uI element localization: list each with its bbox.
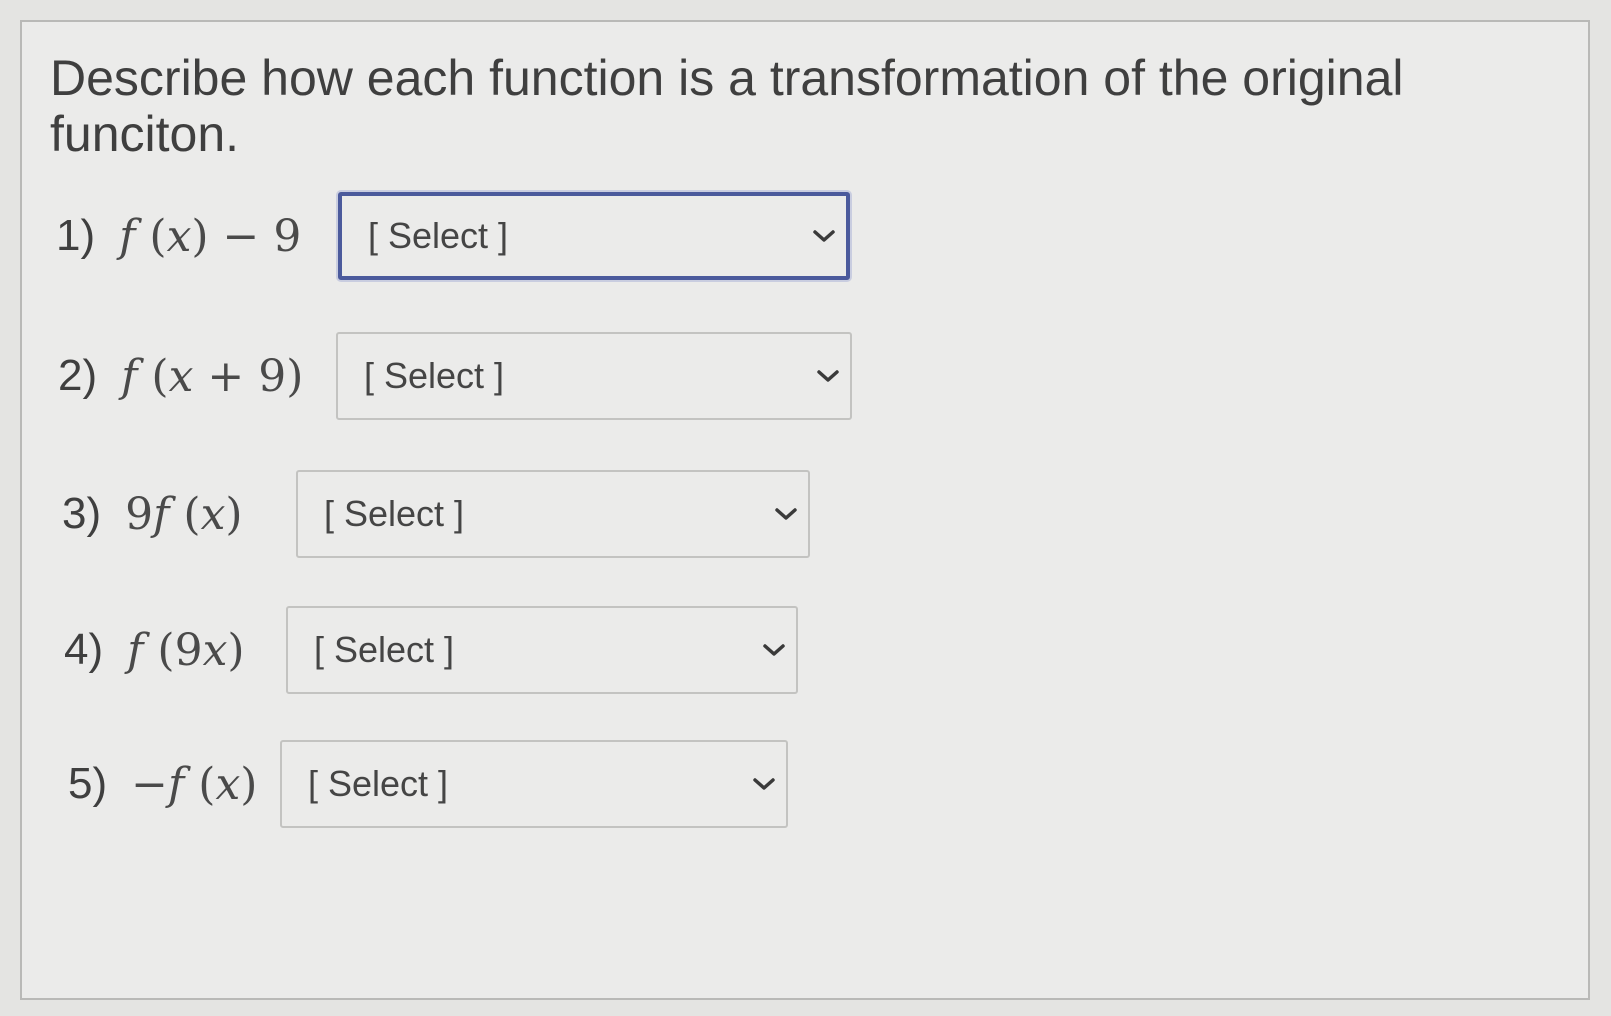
- item-label: 2) f (x + 9): [58, 332, 303, 420]
- item-label: 5) −f (x): [68, 740, 257, 828]
- chevron-down-icon: [775, 508, 797, 520]
- transformation-select-2[interactable]: [ Select ]: [336, 332, 852, 420]
- chevron-down-icon: [817, 370, 839, 382]
- math-expression: f (x) − 9: [119, 210, 302, 262]
- transformation-select-4[interactable]: [ Select ]: [286, 606, 798, 694]
- question-panel: Describe how each function is a transfor…: [20, 20, 1590, 1000]
- transformation-select-1[interactable]: [ Select ]: [338, 192, 850, 280]
- item-number: 1): [56, 211, 96, 260]
- item-number: 5): [68, 759, 108, 808]
- transformation-select-5[interactable]: [ Select ]: [280, 740, 788, 828]
- select-value: [ Select ]: [308, 763, 449, 804]
- list-item: 3) 9f (x) [ Select ]: [22, 470, 922, 558]
- list-item: 1) f (x) − 9 [ Select ]: [22, 192, 922, 280]
- item-number: 3): [62, 489, 102, 538]
- chevron-down-icon: [813, 230, 835, 242]
- list-item: 5) −f (x) [ Select ]: [22, 740, 922, 828]
- item-number: 2): [58, 351, 98, 400]
- list-item: 2) f (x + 9) [ Select ]: [22, 332, 922, 420]
- select-value: [ Select ]: [364, 355, 505, 396]
- question-text: Describe how each function is a transfor…: [50, 50, 1404, 162]
- math-expression: −f (x): [131, 758, 258, 810]
- chevron-down-icon: [753, 778, 775, 790]
- item-label: 4) f (9x): [64, 606, 245, 694]
- list-item: 4) f (9x) [ Select ]: [22, 606, 922, 694]
- math-expression: 9f (x): [125, 488, 243, 540]
- item-label: 3) 9f (x): [62, 470, 243, 558]
- math-expression: f (x + 9): [121, 350, 304, 402]
- select-value: [ Select ]: [324, 493, 465, 534]
- chevron-down-icon: [763, 644, 785, 656]
- select-value: [ Select ]: [368, 215, 509, 256]
- transformation-select-3[interactable]: [ Select ]: [296, 470, 810, 558]
- select-value: [ Select ]: [314, 629, 455, 670]
- item-label: 1) f (x) − 9: [56, 192, 301, 280]
- item-number: 4): [64, 625, 104, 674]
- math-expression: f (9x): [127, 624, 245, 676]
